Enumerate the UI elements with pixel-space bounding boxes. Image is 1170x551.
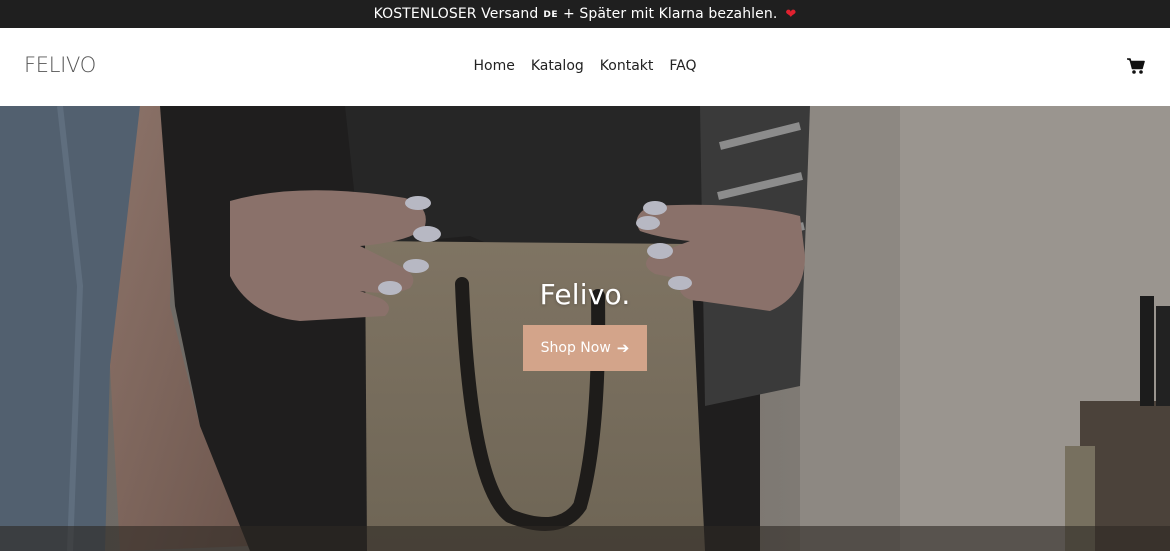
hero-banner: Felivo. Shop Now ➔ bbox=[0, 106, 1170, 551]
announcement-text-after: + Später mit Klarna bezahlen. bbox=[563, 6, 778, 22]
hero-title: Felivo. bbox=[539, 278, 631, 311]
announcement-text-before: KOSTENLOSER Versand bbox=[373, 6, 539, 22]
nav-home[interactable]: Home bbox=[474, 58, 515, 74]
arrow-right-icon: ➔ bbox=[616, 339, 630, 357]
shopping-cart-icon bbox=[1127, 58, 1145, 74]
announcement-bar: KOSTENLOSER Versand DE + Später mit Klar… bbox=[0, 0, 1170, 28]
nav-faq[interactable]: FAQ bbox=[669, 58, 696, 74]
shop-now-button[interactable]: Shop Now ➔ bbox=[523, 325, 647, 371]
nav-kontakt[interactable]: Kontakt bbox=[600, 58, 654, 74]
country-flag-de: DE bbox=[543, 10, 559, 20]
cart-button[interactable] bbox=[1126, 57, 1146, 75]
main-nav: Home Katalog Kontakt FAQ bbox=[0, 58, 1170, 74]
nav-katalog[interactable]: Katalog bbox=[531, 58, 584, 74]
shop-now-label: Shop Now bbox=[540, 340, 611, 356]
site-header: FELIVO Home Katalog Kontakt FAQ bbox=[0, 28, 1170, 106]
heart-icon: ❤ bbox=[785, 6, 797, 22]
hero-content: Felivo. Shop Now ➔ bbox=[0, 278, 1170, 371]
